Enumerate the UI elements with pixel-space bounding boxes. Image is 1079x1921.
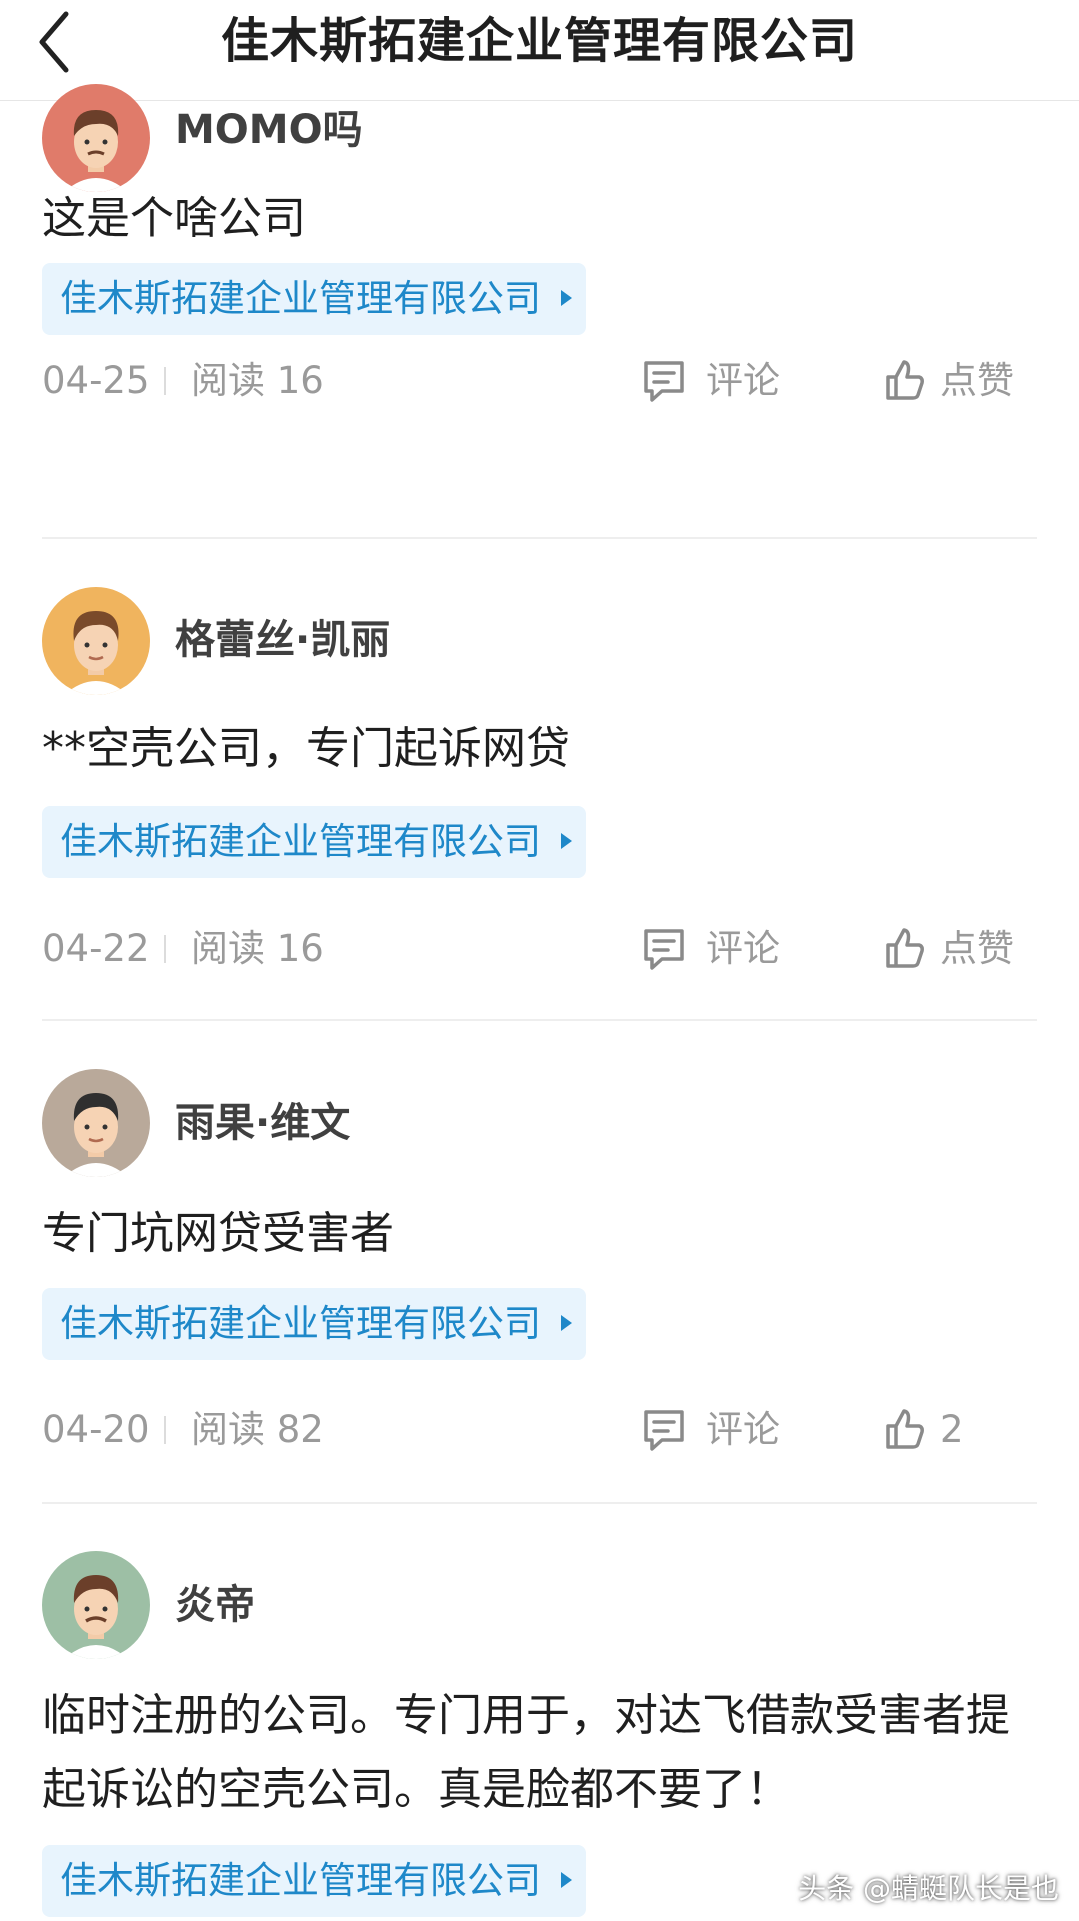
like-button[interactable]: 2: [885, 1400, 1035, 1460]
username[interactable]: MOMO吗: [175, 76, 363, 184]
divider: [42, 1019, 1037, 1021]
username[interactable]: 炎帝: [175, 1551, 255, 1659]
post-meta: 04-22 阅读 16 评论 点赞: [0, 919, 1079, 979]
thumbs-up-icon: [886, 928, 924, 968]
username[interactable]: 格蕾丝·凯丽: [175, 586, 390, 694]
caret-right-icon: [561, 1871, 572, 1888]
read-count: 阅读 82: [191, 1408, 324, 1451]
avatar[interactable]: [42, 1069, 150, 1177]
company-tag-link[interactable]: 佳木斯拓建企业管理有限公司: [42, 1845, 586, 1917]
username[interactable]: 雨果·维文: [175, 1069, 350, 1177]
meta-separator: [164, 1416, 166, 1444]
avatar-man-icon: [42, 1069, 150, 1177]
page-title: 佳木斯拓建企业管理有限公司: [220, 13, 858, 69]
company-tag-link[interactable]: 佳木斯拓建企业管理有限公司: [42, 1288, 586, 1360]
comment-label: 评论: [706, 927, 780, 970]
comment-icon: [644, 929, 684, 970]
comment-button[interactable]: 评论: [640, 1400, 800, 1460]
post-content: **空壳公司，专门起诉网贷: [42, 723, 570, 774]
company-tag-link[interactable]: 佳木斯拓建企业管理有限公司: [42, 806, 586, 878]
divider: [42, 1502, 1037, 1504]
watermark: 头条 @蜻蜓队长是也: [798, 1872, 1059, 1905]
avatar-man-icon: [42, 84, 150, 192]
post-date: 04-22: [42, 927, 150, 970]
company-tag-label: 佳木斯拓建企业管理有限公司: [60, 1302, 541, 1345]
comment-label: 评论: [706, 359, 780, 402]
comment-label: 评论: [706, 1408, 780, 1451]
comment-icon: [644, 361, 684, 402]
avatar[interactable]: [42, 1551, 150, 1659]
avatar[interactable]: [42, 587, 150, 695]
company-tag-label: 佳木斯拓建企业管理有限公司: [60, 277, 541, 320]
post-content: 临时注册的公司。专门用于，对达飞借款受害者提起诉讼的空壳公司。真是脸都不要了！: [42, 1690, 1010, 1815]
company-tag-label: 佳木斯拓建企业管理有限公司: [60, 1859, 541, 1902]
caret-right-icon: [561, 832, 572, 849]
caret-right-icon: [561, 1314, 572, 1331]
read-count: 阅读 16: [191, 359, 324, 402]
thumbs-up-icon: [886, 360, 924, 400]
avatar-man-icon: [42, 587, 150, 695]
post-date: 04-25: [42, 359, 150, 402]
comment-icon: [644, 1410, 684, 1451]
avatar[interactable]: [42, 84, 150, 192]
post-content: 这是个啥公司: [42, 193, 306, 244]
like-button[interactable]: 点赞: [885, 351, 1035, 411]
like-label: 点赞: [940, 927, 1014, 970]
meta-separator: [164, 367, 166, 395]
comment-button[interactable]: 评论: [640, 351, 800, 411]
company-tag-link[interactable]: 佳木斯拓建企业管理有限公司: [42, 263, 586, 335]
top-bar: 佳木斯拓建企业管理有限公司: [0, 0, 1079, 101]
thumbs-up-icon: [886, 1409, 924, 1449]
like-count: 2: [940, 1408, 964, 1451]
post-meta: 04-20 阅读 82 评论 2: [0, 1400, 1079, 1460]
post-content: 专门坑网贷受害者: [42, 1208, 394, 1259]
read-count: 阅读 16: [191, 927, 324, 970]
like-button[interactable]: 点赞: [885, 919, 1035, 979]
meta-separator: [164, 935, 166, 963]
like-label: 点赞: [940, 359, 1014, 402]
divider: [42, 537, 1037, 539]
avatar-man-icon: [42, 1551, 150, 1659]
caret-right-icon: [561, 289, 572, 306]
post-date: 04-20: [42, 1408, 150, 1451]
post-meta: 04-25 阅读 16 评论 点赞: [0, 351, 1079, 411]
company-tag-label: 佳木斯拓建企业管理有限公司: [60, 820, 541, 863]
comment-button[interactable]: 评论: [640, 919, 800, 979]
